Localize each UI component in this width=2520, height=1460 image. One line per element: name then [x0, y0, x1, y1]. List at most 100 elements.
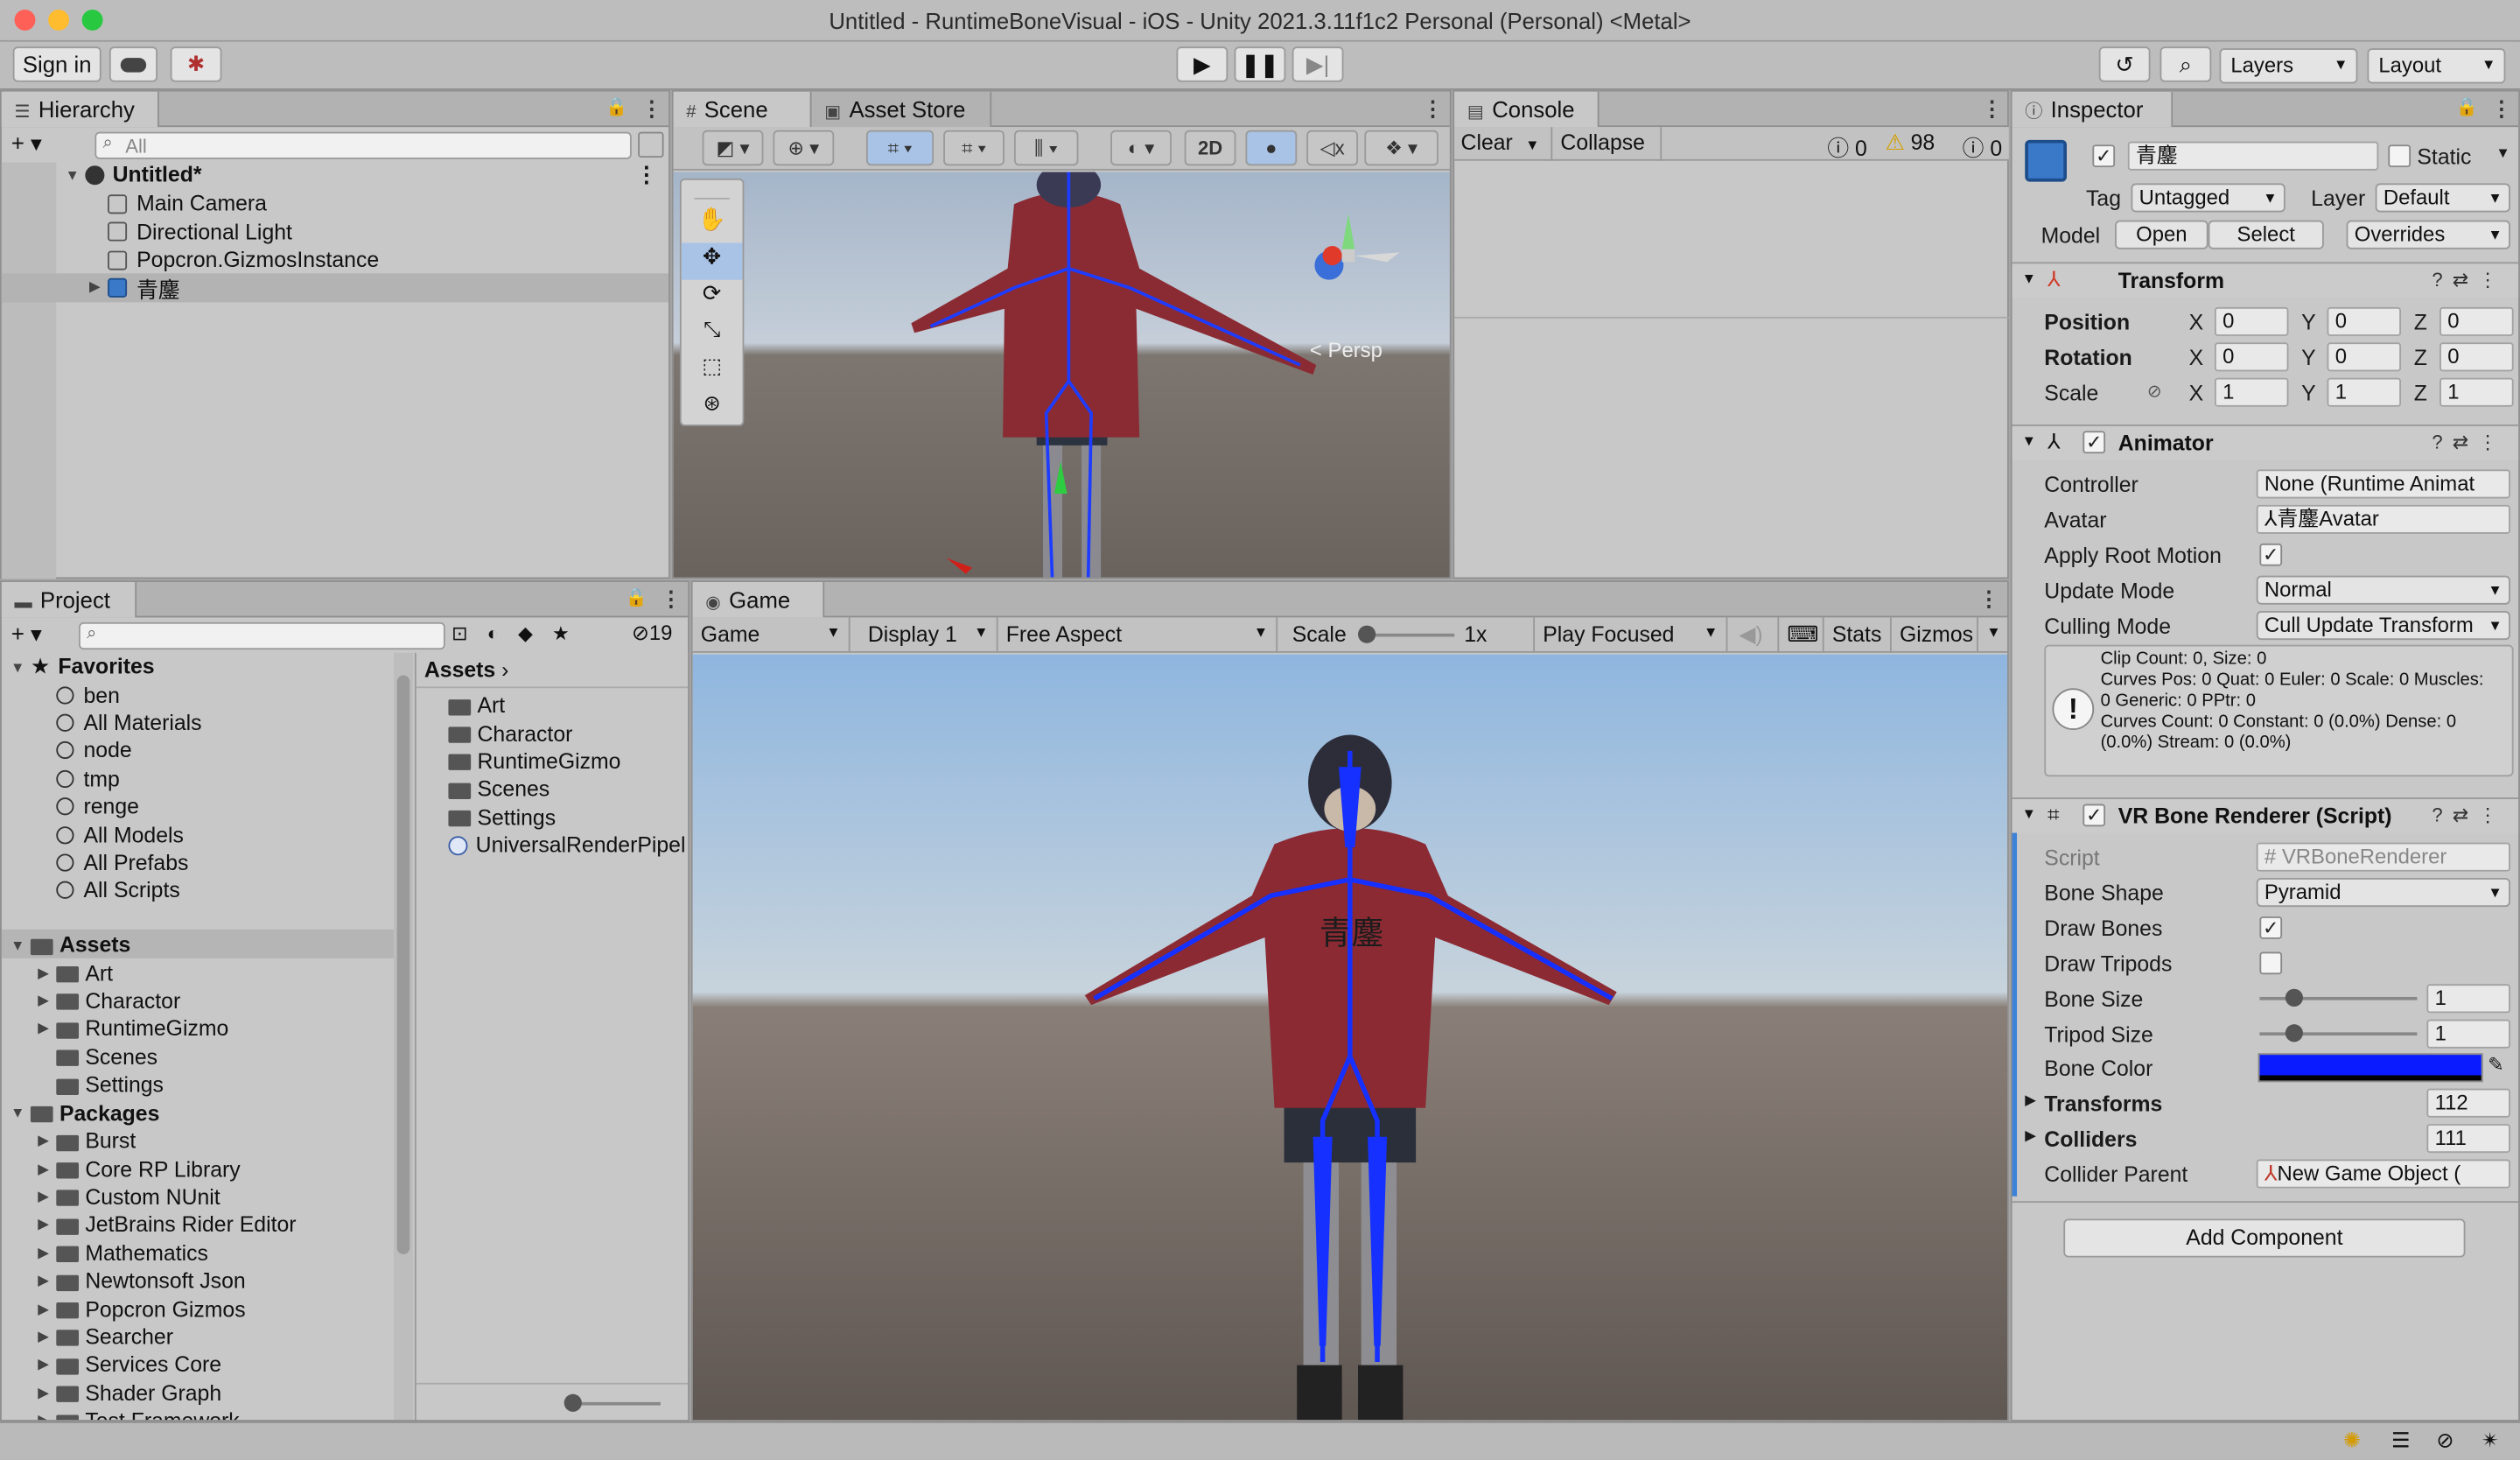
global-toggle[interactable]: ⊕ ▾ — [773, 130, 835, 166]
animator-enabled-checkbox[interactable]: ✓ — [2082, 431, 2106, 454]
breadcrumb[interactable]: Assets › — [416, 653, 689, 689]
package-folder-item[interactable]: ▶ Core RP Library — [31, 1155, 240, 1183]
expand-arrow-icon[interactable]: ▶ — [2025, 1127, 2036, 1145]
favorite-item[interactable]: All Materials — [56, 709, 202, 737]
gizmo-center[interactable] — [1341, 249, 1355, 263]
favorites-header[interactable]: ▼ ★ Favorites — [5, 653, 155, 681]
hand-tool-icon[interactable]: ✋ — [682, 206, 743, 242]
bone-renderer-header[interactable]: ▼ ⌗ ✓ VR Bone Renderer (Script) ?⇄⋮ — [2012, 797, 2519, 833]
auto-generate-lighting-icon[interactable]: ⊘ — [2436, 1428, 2454, 1453]
play-mode-dropdown[interactable]: Play Focused ▼ — [1535, 617, 1728, 653]
move-x-handle[interactable] — [946, 558, 973, 574]
hierarchy-item[interactable]: Popcron.GizmosInstance — [108, 246, 379, 274]
favorite-item[interactable]: All Scripts — [56, 877, 180, 905]
tripod-size-slider[interactable] — [2259, 1032, 2418, 1036]
package-folder-item[interactable]: ▶ Services Core — [31, 1351, 221, 1379]
package-folder-item[interactable]: ▶ Test Framework — [31, 1407, 240, 1421]
overrides-dropdown[interactable]: Overrides ▼ — [2346, 220, 2510, 249]
favorite-item[interactable]: All Models — [56, 821, 184, 849]
icon-size-knob[interactable] — [564, 1393, 582, 1412]
favorite-item[interactable]: tmp — [56, 765, 120, 793]
collab-button[interactable]: ✱ — [170, 46, 222, 82]
history-button[interactable]: ↺ — [2098, 46, 2151, 82]
package-folder-item[interactable]: ▶ JetBrains Rider Editor — [31, 1211, 296, 1239]
snap-increment-dropdown[interactable]: ⌗ ▾ — [943, 130, 1004, 166]
transforms-label[interactable]: Transforms — [2044, 1091, 2162, 1116]
draw-bones-checkbox[interactable]: ✓ — [2259, 916, 2283, 939]
toggle-2d-button[interactable]: 2D — [1184, 130, 1236, 166]
gizmo-neg-x[interactable] — [1322, 246, 1342, 266]
package-folder-item[interactable]: ▶ Mathematics — [31, 1239, 208, 1267]
scene-viewport[interactable]: ✋ ✥ ⟳ ⤡ ⬚ ⊛ < Persp — [673, 172, 1450, 578]
asset-folder-item[interactable]: ▶ Art — [31, 959, 113, 987]
lock-icon[interactable]: 🔒 — [606, 96, 627, 117]
controller-field[interactable]: None (Runtime Animat — [2256, 469, 2510, 499]
tab-console[interactable]: ▤ Console — [1454, 91, 1600, 128]
packages-header[interactable]: ▼ Packages — [5, 1099, 159, 1127]
shortcuts-toggle[interactable]: ⌨ — [1779, 617, 1824, 653]
hierarchy-search-input[interactable]: ⌕ All — [94, 131, 632, 159]
step-button[interactable]: ▶| — [1292, 46, 1344, 82]
static-checkbox[interactable] — [2388, 144, 2412, 168]
pause-button[interactable]: ❚❚ — [1234, 46, 1286, 82]
kebab-menu-icon[interactable]: ⋮ — [1422, 96, 1443, 122]
hierarchy-item-selected[interactable]: ▶ 青鏖 — [82, 273, 180, 302]
active-checkbox[interactable]: ✓ — [2092, 144, 2116, 168]
console-splitter[interactable] — [1454, 316, 2009, 319]
transform-position-z-field[interactable]: 0 — [2440, 306, 2514, 336]
scale-tool-icon[interactable]: ⤡ — [682, 317, 743, 354]
package-folder-item[interactable]: ▶ Shader Graph — [31, 1379, 221, 1407]
package-folder-item[interactable]: ▶ Newtonsoft Json — [31, 1267, 245, 1295]
scale-knob[interactable] — [1358, 625, 1376, 643]
kebab-menu-icon[interactable]: ⋮ — [1982, 96, 2003, 122]
assets-header[interactable]: ▼ Assets — [5, 931, 130, 959]
kebab-menu-icon[interactable]: ⋮ — [635, 162, 657, 187]
colliders-label[interactable]: Colliders — [2044, 1127, 2137, 1152]
bone-renderer-enabled-checkbox[interactable]: ✓ — [2082, 804, 2106, 827]
constrain-proportions-icon[interactable]: ⊘ — [2147, 381, 2162, 402]
scene-row[interactable]: ▼ Untitled* ⋮ — [60, 161, 670, 189]
hierarchy-item[interactable]: Directional Light — [108, 218, 292, 246]
icon-size-slider[interactable] — [570, 1401, 661, 1406]
tripod-size-knob[interactable] — [2285, 1024, 2303, 1042]
kebab-menu-icon[interactable]: ⋮ — [1978, 587, 1999, 613]
stats-button[interactable]: Stats — [1824, 617, 1892, 653]
add-component-button[interactable]: Add Component — [2063, 1218, 2466, 1258]
gizmos-button[interactable]: Gizmos — [1892, 617, 1978, 653]
tab-inspector[interactable]: ⓘ Inspector — [2012, 91, 2174, 128]
display-dropdown[interactable]: Display 1 ▼ — [860, 617, 998, 653]
content-item[interactable]: RuntimeGizmo — [448, 748, 620, 776]
favorite-item[interactable]: All Prefabs — [56, 849, 188, 877]
tab-game[interactable]: ◉ Game — [692, 581, 825, 618]
component-menu-icons[interactable]: ?⇄⋮ — [2432, 269, 2507, 291]
transform-scale-z-field[interactable]: 1 — [2440, 377, 2514, 407]
audio-toggle[interactable]: ◁x — [1306, 130, 1359, 166]
grid-dropdown[interactable]: ⫼ ▾ — [1013, 130, 1079, 166]
package-folder-item[interactable]: ▶ Searcher — [31, 1323, 173, 1351]
transform-scale-y-field[interactable]: 1 — [2327, 377, 2402, 407]
tripod-size-field[interactable]: 1 — [2426, 1019, 2510, 1049]
grid-snap-toggle[interactable]: ⌗ ▾ — [865, 130, 934, 166]
move-tool-icon[interactable]: ✥ — [681, 242, 743, 280]
tab-hierarchy[interactable]: ☰ Hierarchy — [1, 91, 159, 128]
tab-project[interactable]: ▬ Project — [1, 581, 137, 618]
gizmo-y-axis[interactable] — [1341, 214, 1355, 249]
bone-color-swatch[interactable] — [2258, 1053, 2483, 1083]
kebab-menu-icon[interactable]: ⋮ — [2491, 96, 2512, 122]
apply-root-motion-checkbox[interactable]: ✓ — [2259, 543, 2283, 566]
select-button[interactable]: Select — [2208, 220, 2324, 249]
create-button[interactable]: + ▾ — [11, 621, 42, 648]
play-button[interactable]: ▶ — [1176, 46, 1228, 82]
message-filter[interactable]: ⓘ 0 — [1963, 130, 2003, 163]
update-mode-dropdown[interactable]: Normal ▼ — [2256, 575, 2510, 605]
kebab-menu-icon[interactable]: ⋮ — [661, 587, 682, 613]
layer-dropdown[interactable]: Default ▼ — [2375, 183, 2510, 213]
cloud-button[interactable] — [108, 46, 158, 82]
mute-audio-toggle[interactable]: ◀) — [1731, 617, 1780, 653]
object-name-field[interactable]: 青鏖 — [2127, 141, 2379, 171]
transform-header[interactable]: ▼ ⅄ Transform ?⇄⋮ — [2012, 262, 2519, 298]
debug-mode-icon[interactable]: ✺ — [2343, 1428, 2361, 1453]
avatar-field[interactable]: ⅄青鏖Avatar — [2256, 504, 2510, 534]
project-filter-icons[interactable]: ⊡◐◆★ — [452, 622, 589, 645]
transform-rotation-x-field[interactable]: 0 — [2214, 342, 2289, 372]
